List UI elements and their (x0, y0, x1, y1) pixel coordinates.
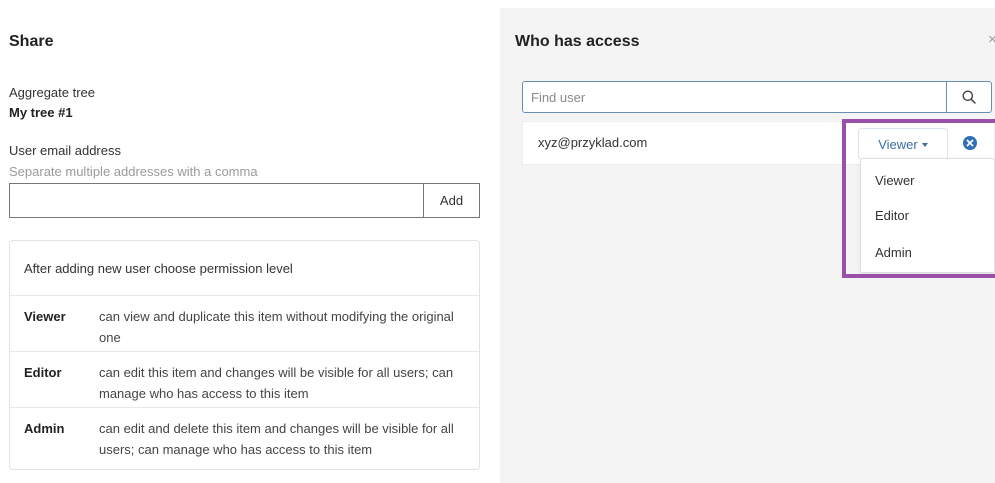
permission-name: Editor (24, 365, 62, 380)
remove-circle-icon[interactable] (963, 136, 977, 150)
tree-name: My tree #1 (9, 105, 73, 120)
close-icon[interactable]: × (988, 31, 995, 48)
role-option-admin[interactable]: Admin (875, 245, 912, 260)
email-row: Add (9, 183, 480, 218)
access-panel: Who has access × xyz@przyklad.com Viewer… (500, 8, 995, 483)
caret-down-icon (921, 142, 928, 147)
add-button[interactable]: Add (423, 183, 480, 218)
permission-row-admin: Admin can edit and delete this item and … (10, 408, 479, 470)
permission-desc: can edit this item and changes will be v… (99, 365, 454, 401)
aggregate-tree-label: Aggregate tree (9, 85, 96, 100)
share-title: Share (9, 33, 54, 50)
permission-name: Admin (24, 421, 65, 436)
search-icon (962, 90, 976, 104)
access-title: Who has access (515, 33, 640, 50)
permission-desc: can view and duplicate this item without… (99, 309, 454, 345)
role-dropdown-label: Viewer (878, 136, 918, 152)
role-dropdown-menu: Viewer Editor Admin (860, 158, 995, 273)
share-panel: Share Aggregate tree My tree #1 User ema… (0, 0, 500, 483)
x-glyph (966, 139, 974, 147)
role-option-viewer[interactable]: Viewer (875, 173, 915, 188)
permission-row-editor: Editor can edit this item and changes wi… (10, 352, 479, 408)
email-label: User email address (9, 143, 121, 158)
email-hint: Separate multiple addresses with a comma (9, 164, 258, 179)
find-user-row (522, 81, 992, 113)
permission-name: Viewer (24, 309, 66, 324)
permission-info-box: After adding new user choose permission … (9, 240, 480, 470)
permission-desc: can edit and delete this item and change… (99, 421, 454, 457)
user-email: xyz@przyklad.com (538, 135, 648, 150)
permission-row-viewer: Viewer can view and duplicate this item … (10, 296, 479, 352)
role-option-editor[interactable]: Editor (875, 208, 909, 223)
search-button[interactable] (946, 81, 992, 113)
permission-intro: After adding new user choose permission … (10, 241, 479, 296)
email-input[interactable] (9, 183, 423, 218)
role-dropdown-button[interactable]: Viewer (858, 128, 948, 160)
find-user-input[interactable] (522, 81, 946, 113)
